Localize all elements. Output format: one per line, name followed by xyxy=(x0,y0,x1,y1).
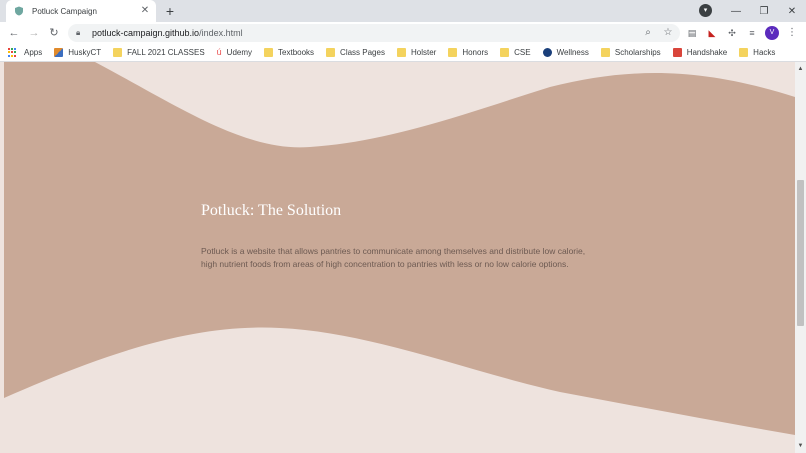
bookmark-hacks[interactable]: Hacks xyxy=(739,48,775,57)
bookmark-label: Honors xyxy=(462,48,489,57)
bookmark-label: Class Pages xyxy=(340,48,385,57)
bookmark-label: Udemy xyxy=(226,48,253,57)
scroll-thumb[interactable] xyxy=(797,180,804,326)
close-window-button[interactable]: ✕ xyxy=(778,0,806,22)
page-viewport: Potluck: The Solution Potluck is a websi… xyxy=(0,62,795,453)
apps-grid-icon xyxy=(8,47,18,58)
lock-icon: 🔒︎ xyxy=(76,28,81,37)
tab-strip: Potluck Campaign ✕ + ▾ — ❐ ✕ xyxy=(0,0,806,22)
huskyct-icon xyxy=(54,48,64,57)
tab-potluck-campaign[interactable]: Potluck Campaign ✕ xyxy=(6,0,156,22)
bookmark-label: Apps xyxy=(24,48,43,57)
bookmarks-bar: Apps HuskyCT FALL 2021 CLASSES ú Udemy T… xyxy=(0,44,806,62)
bookmark-label: Textbooks xyxy=(278,48,315,57)
profile-avatar[interactable]: V xyxy=(765,26,779,40)
bookmark-label: Handshake xyxy=(686,48,728,57)
folder-icon xyxy=(600,48,610,57)
bookmark-udemy[interactable]: ú Udemy xyxy=(216,47,253,58)
folder-icon xyxy=(326,48,336,57)
folder-icon xyxy=(500,48,510,57)
scroll-down-arrow-icon[interactable]: ▼ xyxy=(795,441,806,451)
pdf-extension-icon[interactable]: ◣ xyxy=(704,25,720,41)
bookmark-class-pages[interactable]: Class Pages xyxy=(326,48,385,57)
bookmark-huskyct[interactable]: HuskyCT xyxy=(54,48,101,57)
back-arrow-icon[interactable]: ← xyxy=(6,25,22,41)
bookmark-honors[interactable]: Honors xyxy=(448,48,488,57)
bookmark-cse[interactable]: CSE xyxy=(500,48,531,57)
section-title: Potluck: The Solution xyxy=(201,202,342,219)
bookmark-label: Holster xyxy=(410,48,437,57)
udemy-icon: ú xyxy=(216,47,222,57)
tab-close-icon[interactable]: ✕ xyxy=(138,4,152,18)
bookmark-textbooks[interactable]: Textbooks xyxy=(264,48,314,57)
bookmark-label: HuskyCT xyxy=(68,48,102,57)
bookmark-label: Scholarships xyxy=(614,48,661,57)
minimize-button[interactable]: — xyxy=(722,0,750,22)
bookmark-label: Wellness xyxy=(556,48,589,57)
extensions-area: ▤ ◣ ✣ ≡ xyxy=(684,25,764,41)
url-path: /index.html xyxy=(199,28,243,38)
puzzle-extensions-icon[interactable]: ✣ xyxy=(724,25,740,41)
bookmark-apps[interactable]: Apps xyxy=(8,47,43,58)
scroll-up-arrow-icon[interactable]: ▲ xyxy=(795,64,806,74)
forward-arrow-icon[interactable]: → xyxy=(26,25,42,41)
page-scrollbar[interactable]: ▲ ▼ xyxy=(795,62,806,453)
bookmark-label: CSE xyxy=(514,48,531,57)
folder-icon xyxy=(264,48,274,57)
section-description: Potluck is a website that allows pantrie… xyxy=(201,246,586,269)
bookmark-fall-2021-classes[interactable]: FALL 2021 CLASSES xyxy=(113,48,205,57)
reading-list-icon[interactable]: ≡ xyxy=(744,25,760,41)
bookmark-label: Hacks xyxy=(753,48,776,57)
window-controls: — ❐ ✕ xyxy=(722,0,806,22)
folder-icon xyxy=(113,48,123,57)
wellness-icon xyxy=(542,48,552,57)
bookmark-star-icon[interactable]: ☆ xyxy=(660,25,676,41)
shield-favicon-icon xyxy=(14,6,24,16)
address-bar[interactable]: 🔒︎ potluck-campaign.github.io/index.html… xyxy=(68,24,680,42)
folder-icon xyxy=(739,48,749,57)
tab-search-icon[interactable]: ▾ xyxy=(699,4,712,17)
handshake-icon xyxy=(672,48,682,57)
bookmark-label: FALL 2021 CLASSES xyxy=(127,48,205,57)
folder-icon xyxy=(396,48,406,57)
bookmark-wellness[interactable]: Wellness xyxy=(542,48,589,57)
url-host: potluck-campaign.github.io xyxy=(92,28,200,38)
restore-button[interactable]: ❐ xyxy=(750,0,778,22)
zoom-search-icon[interactable]: ⌕ xyxy=(640,25,656,41)
tab-title: Potluck Campaign xyxy=(32,6,97,16)
bookmark-handshake[interactable]: Handshake xyxy=(672,48,728,57)
new-tab-button[interactable]: + xyxy=(162,3,178,19)
kebab-menu-icon[interactable]: ⋮ xyxy=(787,25,797,41)
browser-toolbar: ← → ↻ 🔒︎ potluck-campaign.github.io/inde… xyxy=(0,22,806,44)
reader-extension-icon[interactable]: ▤ xyxy=(684,25,700,41)
bookmark-holster[interactable]: Holster xyxy=(396,48,437,57)
reload-icon[interactable]: ↻ xyxy=(46,25,62,41)
folder-icon xyxy=(448,48,458,57)
bookmark-scholarships[interactable]: Scholarships xyxy=(600,48,661,57)
